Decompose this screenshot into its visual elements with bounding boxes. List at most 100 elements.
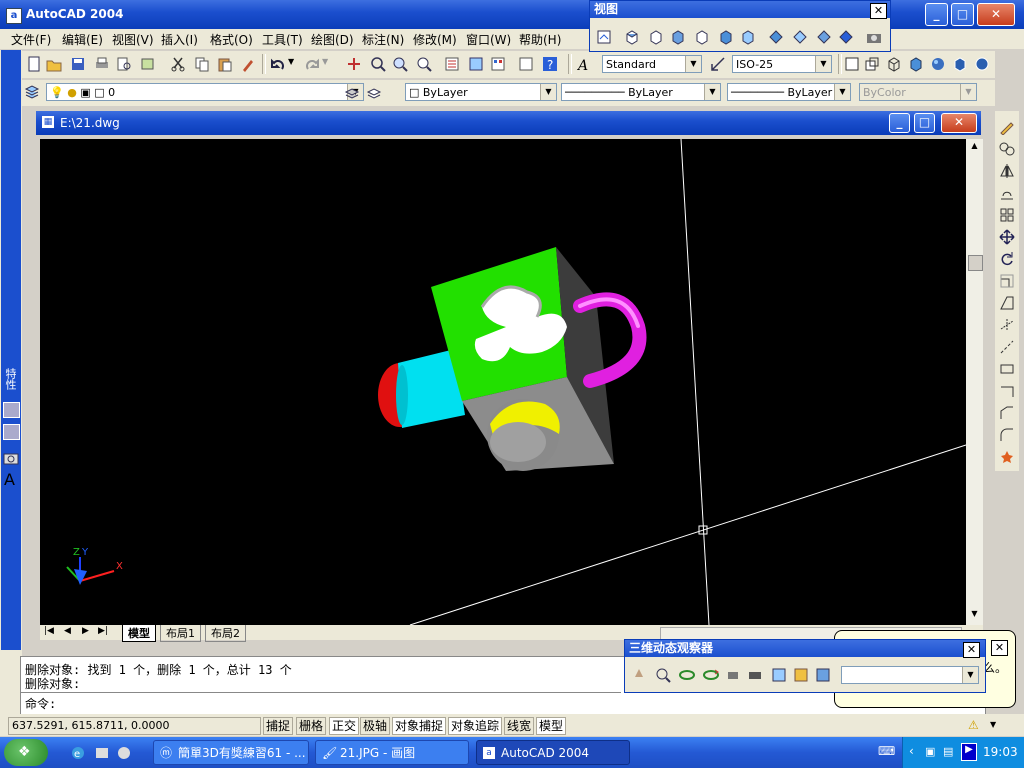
balloon-close-button[interactable]: ✕ — [991, 640, 1008, 656]
dbconnect-icon[interactable] — [518, 56, 534, 72]
command-prompt[interactable]: 命令: — [25, 695, 56, 712]
wireframe-icon[interactable] — [886, 56, 902, 72]
status-menu-icon[interactable]: ▼ — [990, 720, 996, 729]
drawing-window-title-bar[interactable]: ▦ E:\21.dwg _ □ ✕ — [36, 111, 981, 135]
layer-select[interactable]: 💡 ● ▣ □ 0 ▼ — [46, 83, 364, 101]
tab-next-icon[interactable]: ▶ — [82, 626, 89, 636]
properties-icon[interactable] — [444, 56, 460, 72]
clock[interactable]: 19:03 — [983, 745, 1018, 759]
scroll-up-icon[interactable]: ▲ — [968, 141, 981, 153]
3d-orbit-view-select[interactable]: ▼ — [841, 666, 979, 684]
layer-manager-icon[interactable] — [24, 85, 40, 101]
menu-format[interactable]: 格式(O) — [210, 31, 253, 48]
3d-continuous-orbit-icon[interactable] — [703, 667, 719, 683]
trim-icon[interactable] — [999, 317, 1015, 333]
copy-object-icon[interactable] — [999, 141, 1015, 157]
menu-edit[interactable]: 编辑(E) — [62, 31, 103, 48]
design-center-icon[interactable] — [468, 56, 484, 72]
zoom-realtime-icon[interactable] — [370, 56, 386, 72]
array-icon[interactable] — [999, 207, 1015, 223]
menu-modify[interactable]: 修改(M) — [413, 31, 457, 48]
zoom-previous-icon[interactable] — [416, 56, 432, 72]
coordinate-display[interactable]: 637.5291, 615.8711, 0.0000 — [8, 717, 261, 735]
text-style-icon[interactable]: A — [576, 56, 592, 72]
camera-icon[interactable] — [3, 450, 19, 466]
break-at-point-icon[interactable] — [999, 383, 1015, 399]
3d-adjust-distance-icon[interactable] — [747, 667, 763, 683]
warning-icon[interactable]: ⚠ — [968, 718, 979, 732]
menu-file[interactable]: 文件(F) — [11, 31, 51, 48]
linetype-select[interactable]: ───────── ByLayer ▼ — [561, 83, 721, 101]
menu-help[interactable]: 帮助(H) — [519, 31, 561, 48]
chamfer-icon[interactable] — [999, 405, 1015, 421]
back-clip-icon[interactable] — [815, 667, 831, 683]
layer-previous-icon[interactable] — [366, 85, 382, 101]
text-style-select[interactable]: Standard ▼ — [602, 55, 702, 73]
nw-iso-icon[interactable] — [838, 29, 854, 45]
named-views-icon[interactable] — [596, 29, 612, 45]
3d-view-icon-2[interactable] — [864, 56, 880, 72]
keyboard-icon[interactable]: ⌨ — [878, 744, 895, 758]
scroll-thumb[interactable] — [968, 255, 983, 271]
back-view-icon[interactable] — [740, 29, 756, 45]
3d-view-icon-1[interactable] — [844, 56, 860, 72]
undo-icon[interactable] — [270, 56, 286, 72]
tray-expand-icon[interactable]: ‹ — [909, 744, 914, 758]
mirror-icon[interactable] — [999, 163, 1015, 179]
erase-icon[interactable] — [999, 119, 1015, 135]
close-button[interactable]: ✕ — [977, 3, 1015, 26]
taskbar-item-paint[interactable]: 🖌 21.JPG - 画图 — [315, 740, 469, 765]
pan-realtime-icon[interactable] — [346, 56, 362, 72]
redo-dropdown-icon[interactable]: ▼ — [322, 57, 328, 66]
otrack-toggle[interactable]: 对象追踪 — [448, 717, 503, 735]
explode-icon[interactable] — [999, 449, 1015, 465]
front-clip-icon[interactable] — [793, 667, 809, 683]
3d-swivel-icon[interactable] — [725, 667, 741, 683]
tab-layout2[interactable]: 布局2 — [205, 625, 246, 642]
menu-draw[interactable]: 绘图(D) — [311, 31, 354, 48]
ne-iso-icon[interactable] — [816, 29, 832, 45]
copy-icon[interactable] — [194, 56, 210, 72]
drawing-close-button[interactable]: ✕ — [941, 113, 977, 133]
taskbar-item-autocad[interactable]: a AutoCAD 2004 — [476, 740, 630, 765]
print-icon[interactable] — [94, 56, 110, 72]
auto-hide-icon[interactable] — [3, 402, 20, 418]
dim-style-select[interactable]: ISO-25 ▼ — [732, 55, 832, 73]
scale-icon[interactable] — [999, 273, 1015, 289]
stretch-icon[interactable] — [999, 295, 1015, 311]
lineweight-toggle[interactable]: 线宽 — [504, 717, 535, 735]
help-icon[interactable]: ? — [542, 56, 558, 72]
open-folder-icon[interactable] — [46, 56, 62, 72]
redo-icon[interactable] — [304, 56, 320, 72]
color-select[interactable]: □ ByLayer ▼ — [405, 83, 557, 101]
tab-prev-icon[interactable]: ◀ — [64, 626, 71, 636]
media-icon[interactable]: ▶ — [961, 743, 977, 761]
display-icon[interactable]: ▤ — [943, 745, 953, 758]
drawing-minimize-button[interactable]: _ — [889, 113, 910, 133]
polar-toggle[interactable]: 极轴 — [360, 717, 391, 735]
explorer-icon[interactable] — [94, 745, 110, 761]
break-icon[interactable] — [999, 361, 1015, 377]
plot-style-select[interactable]: ByColor ▼ — [859, 83, 977, 101]
bottom-view-icon[interactable] — [648, 29, 664, 45]
tab-first-icon[interactable]: |◀ — [44, 626, 54, 636]
autocad-app-icon[interactable]: a — [6, 8, 22, 24]
taskbar-item-browser[interactable]: ⓜ 簡單3D有獎練習61 - ... — [153, 740, 309, 765]
osnap-toggle[interactable]: 对象捕捉 — [392, 717, 447, 735]
camera-view-icon[interactable] — [866, 29, 882, 45]
print-preview-icon[interactable] — [116, 56, 132, 72]
3d-zoom-icon[interactable] — [655, 667, 671, 683]
model-viewport[interactable]: Z Y X — [40, 139, 966, 625]
top-view-icon[interactable] — [624, 29, 640, 45]
properties-palette-label[interactable]: 特性 — [4, 368, 18, 390]
move-icon[interactable] — [999, 229, 1015, 245]
save-icon[interactable] — [70, 56, 86, 72]
offset-icon[interactable] — [999, 185, 1015, 201]
view-toolbar-close-button[interactable]: ✕ — [870, 3, 887, 19]
network-icon[interactable]: ▣ — [925, 745, 935, 758]
menu-tools[interactable]: 工具(T) — [262, 31, 303, 48]
paste-icon[interactable] — [217, 56, 233, 72]
start-button[interactable]: ❖ — [4, 739, 48, 766]
dim-style-icon[interactable] — [710, 56, 726, 72]
flat-shaded-icon[interactable] — [908, 56, 924, 72]
